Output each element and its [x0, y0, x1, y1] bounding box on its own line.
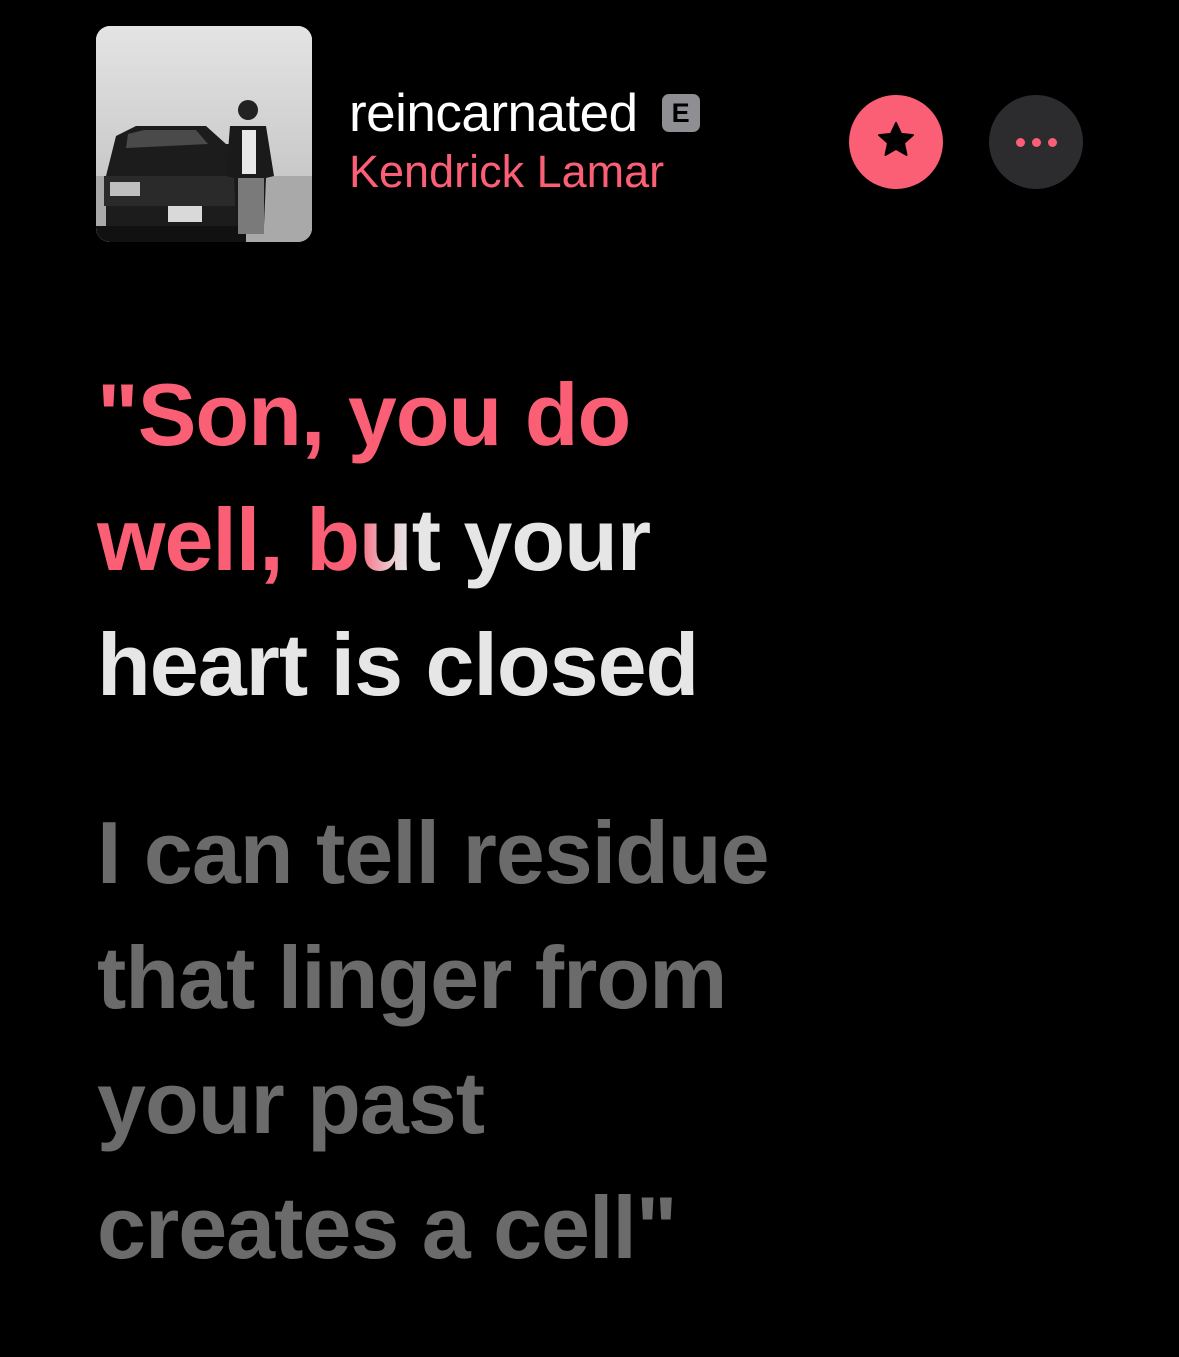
upcoming-lyric-line: I can tell residue [97, 803, 770, 902]
current-lyric-stanza[interactable]: "Son, you do well, but your heart is clo… [97, 352, 1097, 727]
star-icon [874, 118, 918, 167]
track-title[interactable]: reincarnated [349, 83, 638, 144]
lyrics-view[interactable]: "Son, you do well, but your heart is clo… [97, 352, 1097, 1290]
lyric-line: well, but your [97, 477, 1097, 602]
lyric-unsung-text: t your [411, 490, 651, 589]
upcoming-lyric-line: creates a cell" [97, 1178, 678, 1277]
upcoming-lyric-line: that linger from [97, 928, 727, 1027]
album-artwork[interactable] [96, 26, 312, 242]
artist-name[interactable]: Kendrick Lamar [349, 146, 700, 198]
title-row: reincarnated E [349, 82, 700, 144]
lyric-unsung-text: heart is closed [97, 615, 699, 714]
more-options-button[interactable] [989, 95, 1083, 189]
explicit-badge: E [661, 94, 700, 132]
now-playing-header: reincarnated E Kendrick Lamar [0, 0, 1179, 260]
upcoming-lyric-line: your past [97, 1053, 485, 1152]
lyric-sung-text: "Son, you do [97, 365, 631, 464]
track-info: reincarnated E Kendrick Lamar [349, 82, 700, 198]
lyric-line: "Son, you do [97, 352, 1097, 477]
lyric-sung-text: well, [97, 490, 307, 589]
album-artwork-image [96, 26, 312, 242]
next-lyric-stanza[interactable]: I can tell residue that linger from your… [97, 790, 1097, 1290]
ellipsis-icon [1015, 137, 1057, 147]
lyric-line: heart is closed [97, 602, 1097, 727]
favorite-button[interactable] [849, 95, 943, 189]
lyric-fade-text: bu [306, 490, 413, 589]
